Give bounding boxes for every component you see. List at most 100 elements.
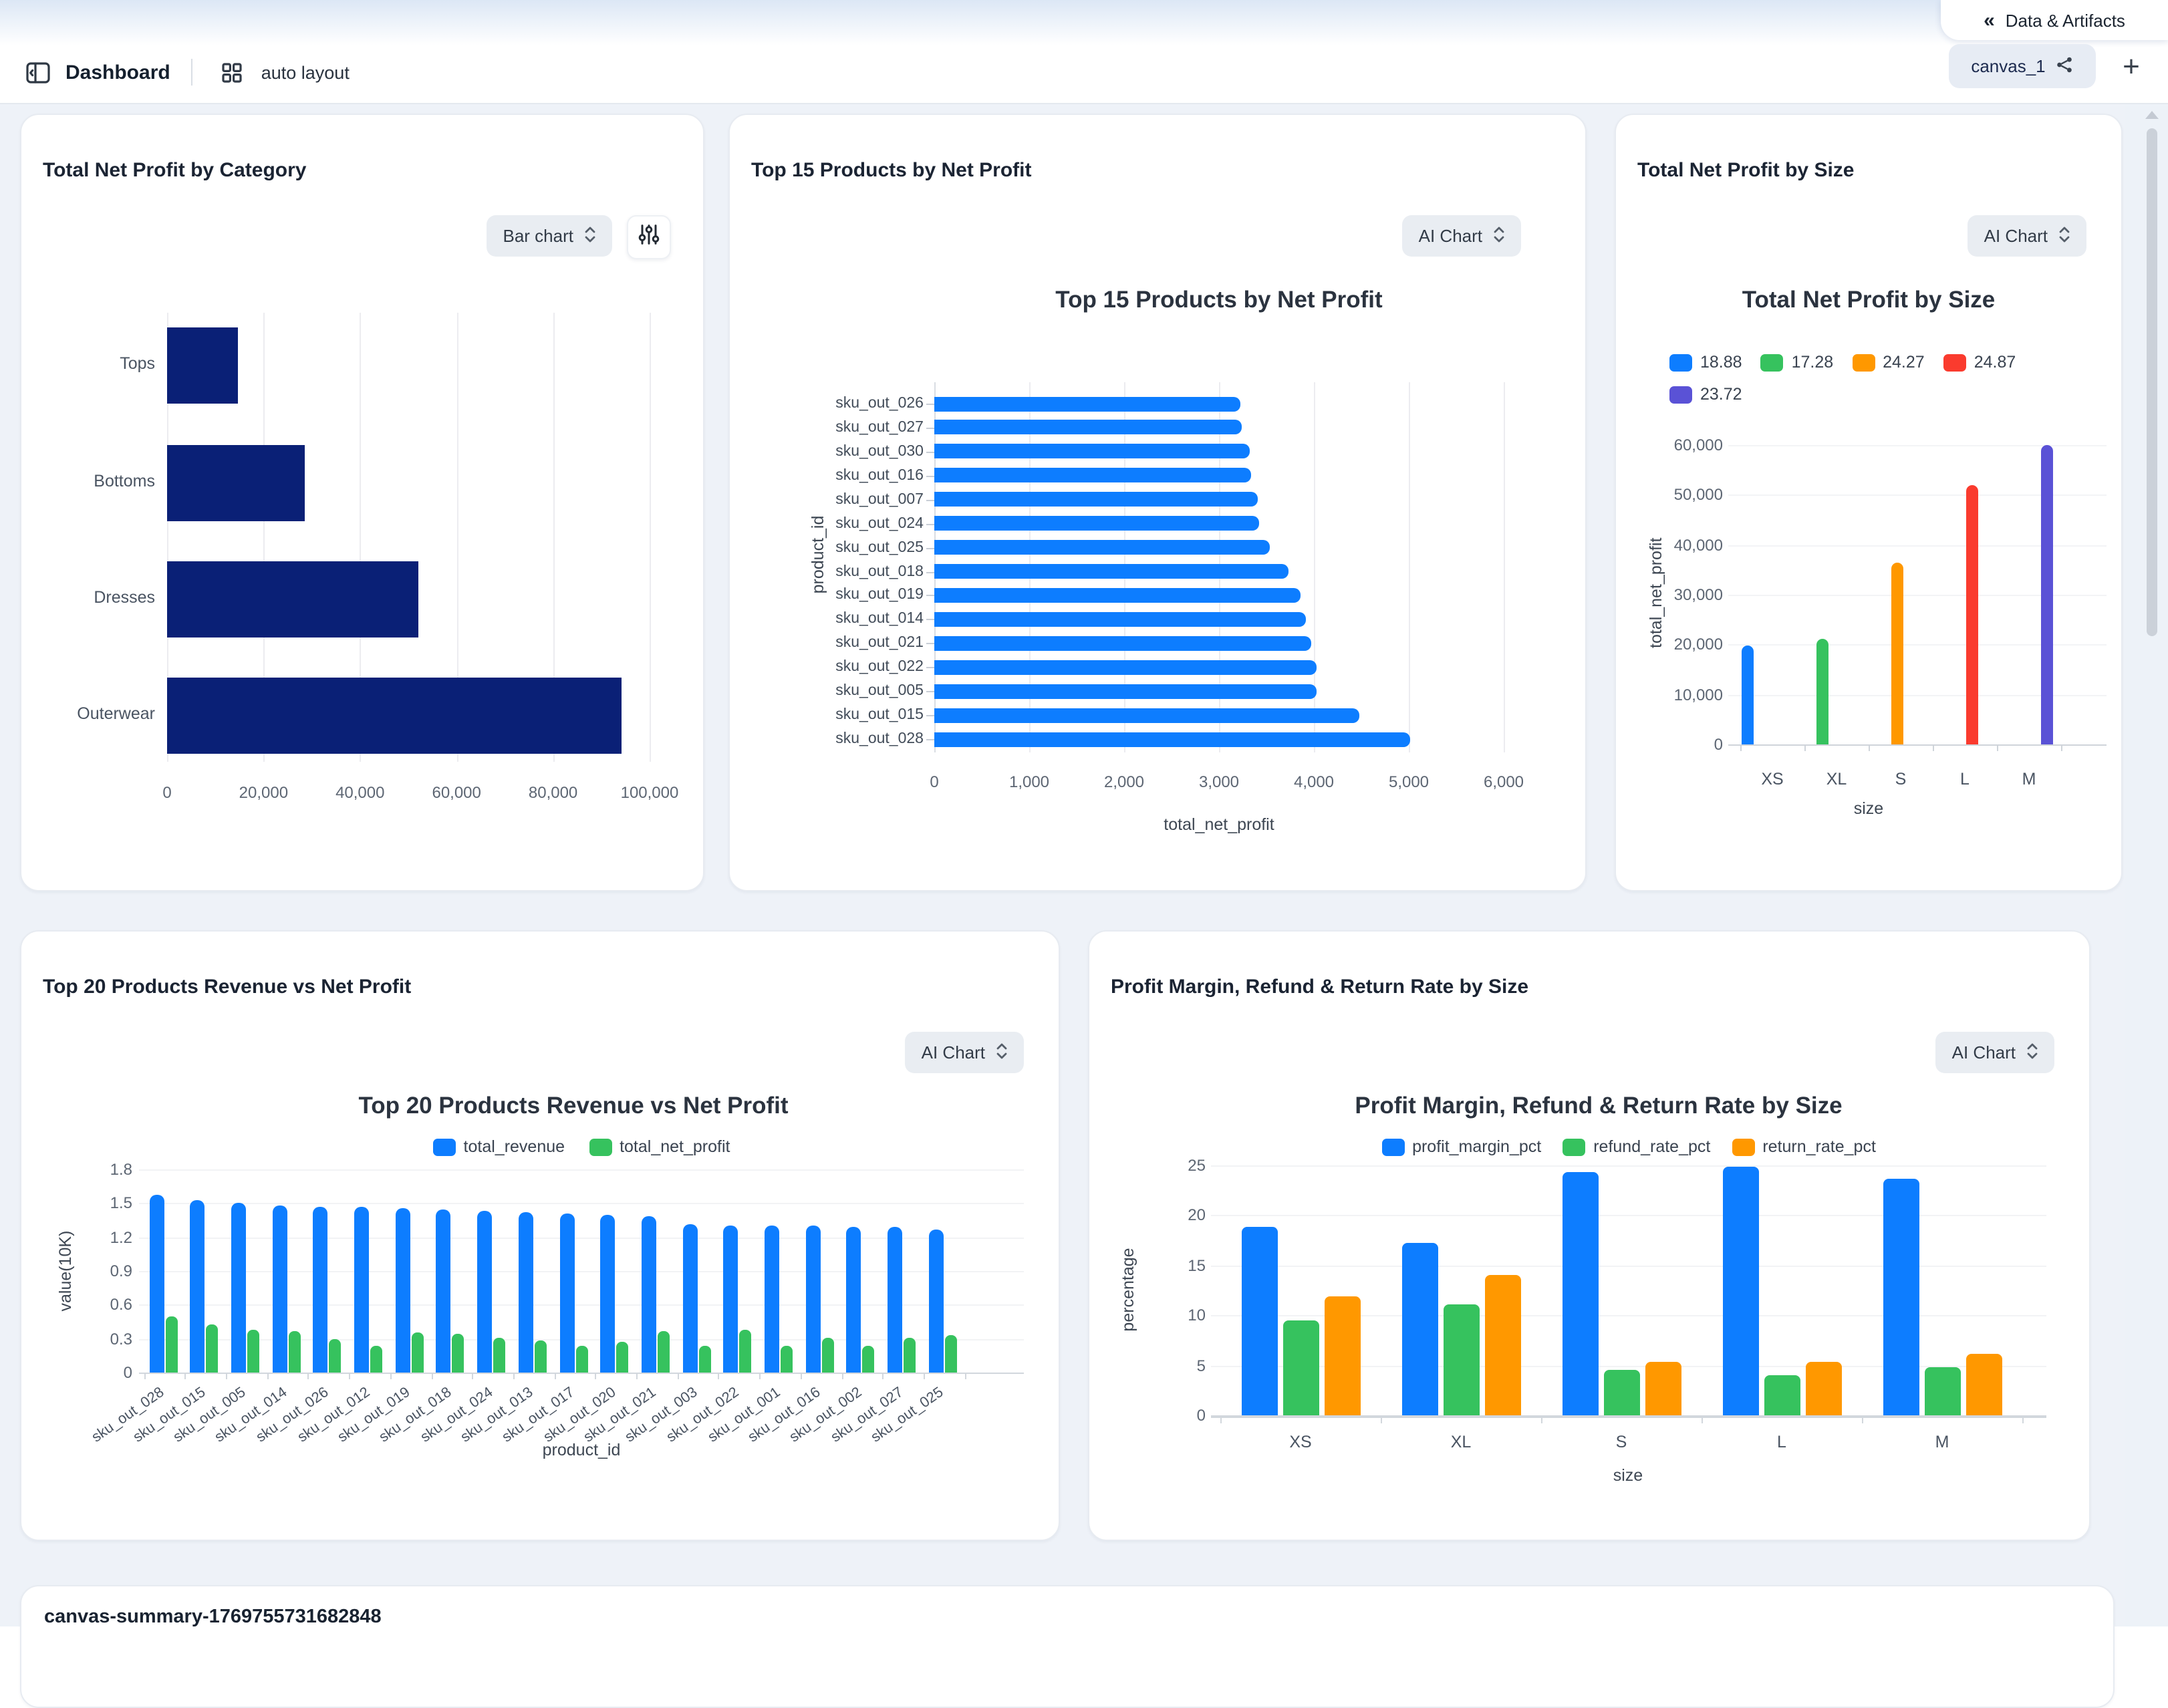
y-category-label: sku_out_015 [730, 707, 924, 723]
gridline [926, 499, 934, 501]
bar [167, 327, 238, 403]
bar [354, 1207, 369, 1373]
x-tick-label: 20,000 [210, 783, 317, 802]
gridline [1409, 382, 1410, 752]
y-category-label: sku_out_022 [730, 659, 924, 675]
bar [616, 1342, 628, 1373]
bar [934, 612, 1305, 627]
chart-title: Profit Margin, Refund & Return Rate by S… [1264, 1092, 1933, 1120]
x-category-label: XS [1739, 770, 1806, 789]
gridline [595, 1373, 597, 1379]
add-canvas-button[interactable]: + [2109, 44, 2153, 88]
legend-item: profit_margin_pct [1381, 1137, 1541, 1156]
gridline [1933, 744, 1934, 751]
bar [519, 1212, 533, 1373]
auto-layout-label[interactable]: auto layout [261, 62, 350, 82]
bar [934, 492, 1258, 507]
bar [929, 1230, 944, 1373]
bar [781, 1345, 793, 1373]
bar [904, 1338, 916, 1373]
gridline [926, 644, 934, 645]
gridline [2022, 1415, 2024, 1423]
bar [1562, 1173, 1598, 1415]
gridline [226, 1373, 227, 1379]
y-tick-label: 20,000 [1616, 635, 1723, 654]
gridline [1740, 744, 1742, 751]
data-artifacts-button[interactable]: « Data & Artifacts [1941, 0, 2168, 40]
y-tick-label: 0 [1616, 735, 1723, 754]
gridline [926, 715, 934, 716]
page-title: Dashboard [65, 61, 170, 84]
gridline [926, 523, 934, 525]
y-tick-label: 10 [1099, 1306, 1206, 1324]
card-top-20-revenue-vs-net-profit: Top 20 Products Revenue vs Net Profit AI… [20, 930, 1060, 1541]
card-total-net-profit-by-size: Total Net Profit by Size AI Chart Total … [1615, 114, 2123, 891]
collapse-panel-icon[interactable] [20, 55, 55, 90]
gridline [926, 404, 934, 405]
gridline [841, 1373, 843, 1379]
gridline [1211, 1415, 2046, 1418]
tab-canvas-1[interactable]: canvas_1 [1949, 44, 2096, 88]
canvas-summary-title: canvas-summary-1769755731682848 [44, 1606, 382, 1628]
legend-item: 23.72 [1669, 385, 1742, 404]
card-total-net-profit-by-category: Total Net Profit by Category Bar chart 0… [20, 114, 704, 891]
legend-label: total_revenue [464, 1137, 565, 1156]
chart-title: Top 20 Products Revenue vs Net Profit [226, 1092, 921, 1120]
bar [805, 1226, 820, 1373]
x-tick-label: 3,000 [1179, 772, 1259, 791]
bar [934, 708, 1359, 722]
bar [149, 1194, 164, 1373]
y-category-label: Tops [21, 354, 155, 373]
bar [934, 468, 1251, 483]
bar [190, 1200, 205, 1373]
gridline [926, 428, 934, 429]
bar [934, 564, 1289, 579]
scrollbar-up-arrow[interactable] [2145, 111, 2159, 119]
bar [370, 1345, 382, 1373]
gridline [718, 1373, 720, 1379]
gridline [1869, 744, 1870, 751]
y-category-label: sku_out_014 [730, 611, 924, 627]
card-canvas-summary: canvas-summary-1769755731682848 [20, 1585, 2115, 1708]
y-axis-label: value(10K) [56, 1218, 75, 1324]
gridline [513, 1373, 515, 1379]
legend-label: 24.27 [1883, 353, 1925, 372]
legend-item: 17.28 [1761, 353, 1834, 372]
share-icon[interactable] [2056, 55, 2074, 77]
bar [847, 1227, 861, 1373]
canvas-tab-label: canvas_1 [1971, 56, 2045, 76]
legend-swatch [433, 1138, 456, 1155]
x-axis-label: size [1575, 1466, 1681, 1485]
x-tick-label: 4,000 [1274, 772, 1354, 791]
legend-row: 23.72 [1669, 385, 1742, 404]
chart-title: Total Net Profit by Size [1616, 286, 2121, 314]
gridline [1804, 744, 1806, 751]
card-margin-refund-return-by-size: Profit Margin, Refund & Return Rate by S… [1088, 930, 2090, 1541]
y-tick-label: 10,000 [1616, 685, 1723, 704]
y-category-label: Bottoms [21, 472, 155, 490]
chevrons-left-icon: « [1984, 10, 1995, 30]
bar [934, 420, 1242, 435]
gridline [554, 1373, 555, 1379]
bar-chart-net-profit-by-size: Total Net Profit by Size18.8817.2824.272… [1616, 115, 2121, 890]
legend-label: 24.87 [1974, 353, 2016, 372]
gridline [926, 619, 934, 621]
bar [288, 1331, 300, 1373]
y-category-label: sku_out_027 [730, 420, 924, 436]
gridline [1541, 1415, 1542, 1423]
y-tick-label: 1.5 [25, 1194, 132, 1213]
scrollbar-thumb[interactable] [2147, 128, 2157, 636]
x-axis-label: product_id [501, 1441, 662, 1459]
bar [1443, 1304, 1479, 1415]
bar [2040, 445, 2052, 744]
legend-row: total_revenuetotal_net_profit [139, 1137, 1024, 1156]
legend-label: 23.72 [1700, 385, 1742, 404]
y-tick-label: 15 [1099, 1256, 1206, 1275]
scrollbar-track[interactable] [2125, 104, 2168, 1626]
y-tick-label: 0.3 [25, 1329, 132, 1348]
y-tick-label: 60,000 [1616, 436, 1723, 454]
auto-layout-icon[interactable] [215, 55, 249, 90]
bar [329, 1338, 342, 1373]
bar [934, 516, 1259, 531]
gridline [650, 313, 651, 762]
